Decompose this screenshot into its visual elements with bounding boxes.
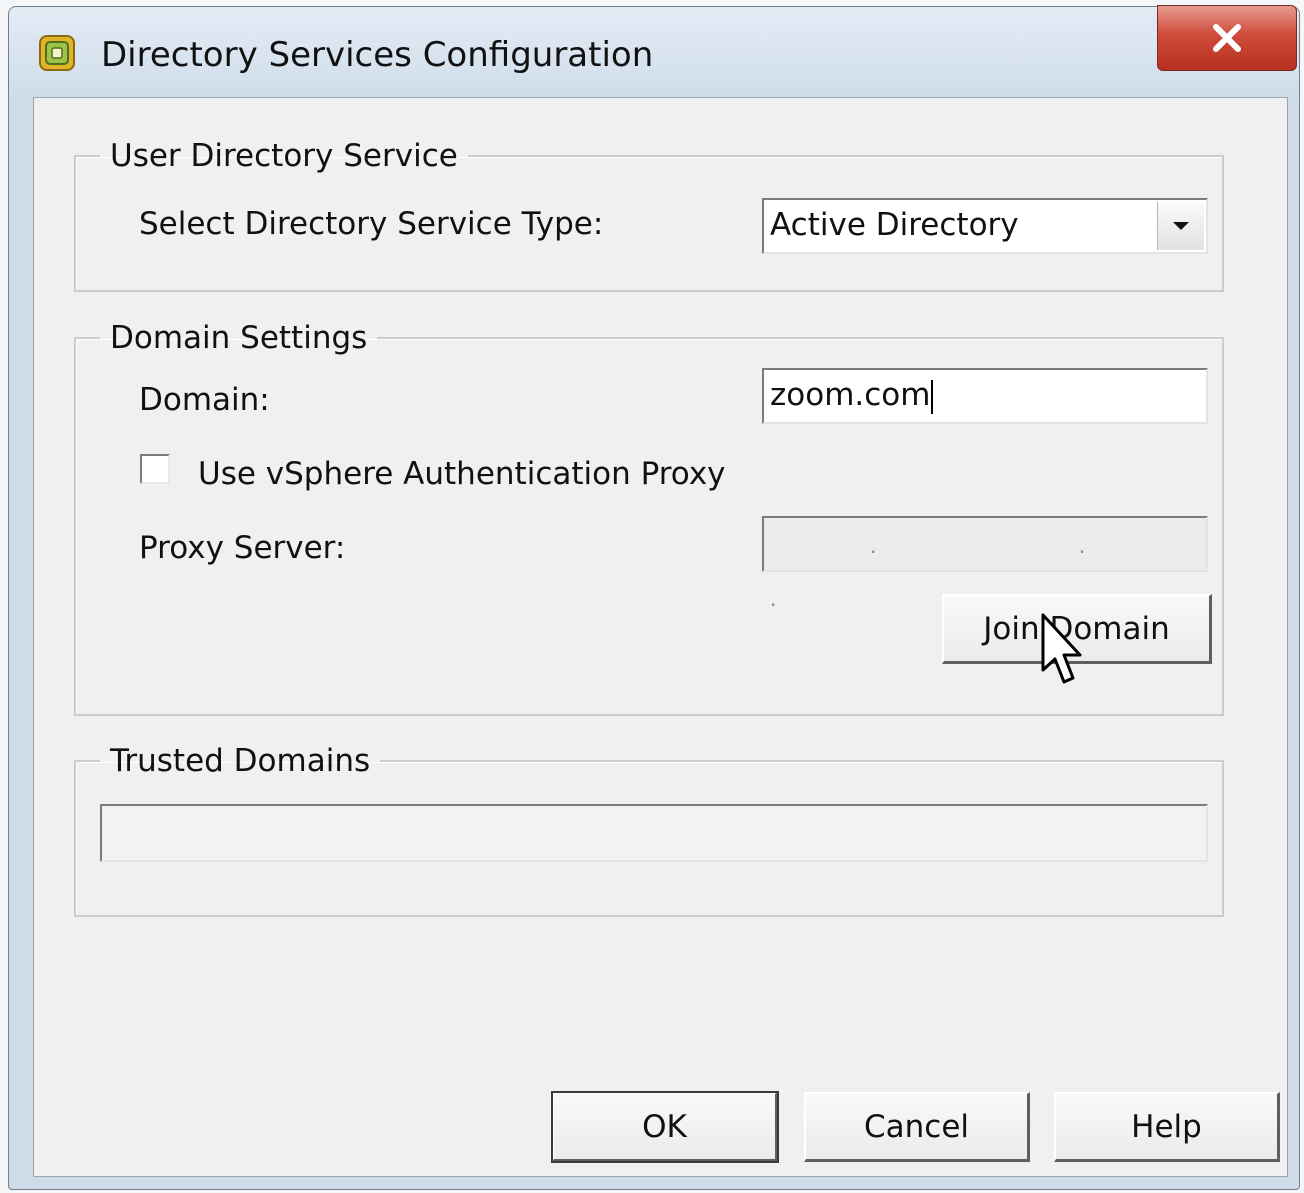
text-caret xyxy=(931,379,934,414)
service-type-value: Active Directory xyxy=(770,207,1019,243)
service-type-select[interactable]: Active Directory xyxy=(762,198,1208,254)
domain-settings-legend: Domain Settings xyxy=(110,320,368,356)
proxy-server-input[interactable]: . . . xyxy=(762,516,1208,611)
trusted-domains-legend: Trusted Domains xyxy=(110,743,371,779)
vsphere-app-icon xyxy=(39,35,75,71)
dialog-body: User Directory Service Select Directory … xyxy=(33,97,1288,1177)
trusted-domains-list[interactable] xyxy=(100,804,1208,862)
dialog-window: Directory Services Configuration User Di… xyxy=(8,5,1300,1190)
close-icon xyxy=(1213,24,1241,52)
window-title: Directory Services Configuration xyxy=(101,35,654,75)
title-bar[interactable]: Directory Services Configuration xyxy=(9,5,1299,99)
ok-button[interactable]: OK xyxy=(551,1091,779,1163)
chevron-down-icon xyxy=(1173,222,1189,230)
join-domain-button[interactable]: Join Domain xyxy=(942,594,1212,664)
help-button[interactable]: Help xyxy=(1054,1092,1280,1162)
domain-label: Domain: xyxy=(139,382,270,418)
domain-input[interactable]: zoom.com xyxy=(762,368,1208,424)
use-auth-proxy-checkbox[interactable] xyxy=(140,454,170,484)
user-directory-legend: User Directory Service xyxy=(110,138,458,174)
proxy-server-label: Proxy Server: xyxy=(139,530,346,566)
use-auth-proxy-label[interactable]: Use vSphere Authentication Proxy xyxy=(198,456,726,492)
close-button[interactable] xyxy=(1157,5,1297,71)
domain-value: zoom.com xyxy=(770,377,931,413)
dropdown-button[interactable] xyxy=(1157,202,1204,250)
cancel-button[interactable]: Cancel xyxy=(804,1092,1030,1162)
service-type-label: Select Directory Service Type: xyxy=(139,206,604,242)
